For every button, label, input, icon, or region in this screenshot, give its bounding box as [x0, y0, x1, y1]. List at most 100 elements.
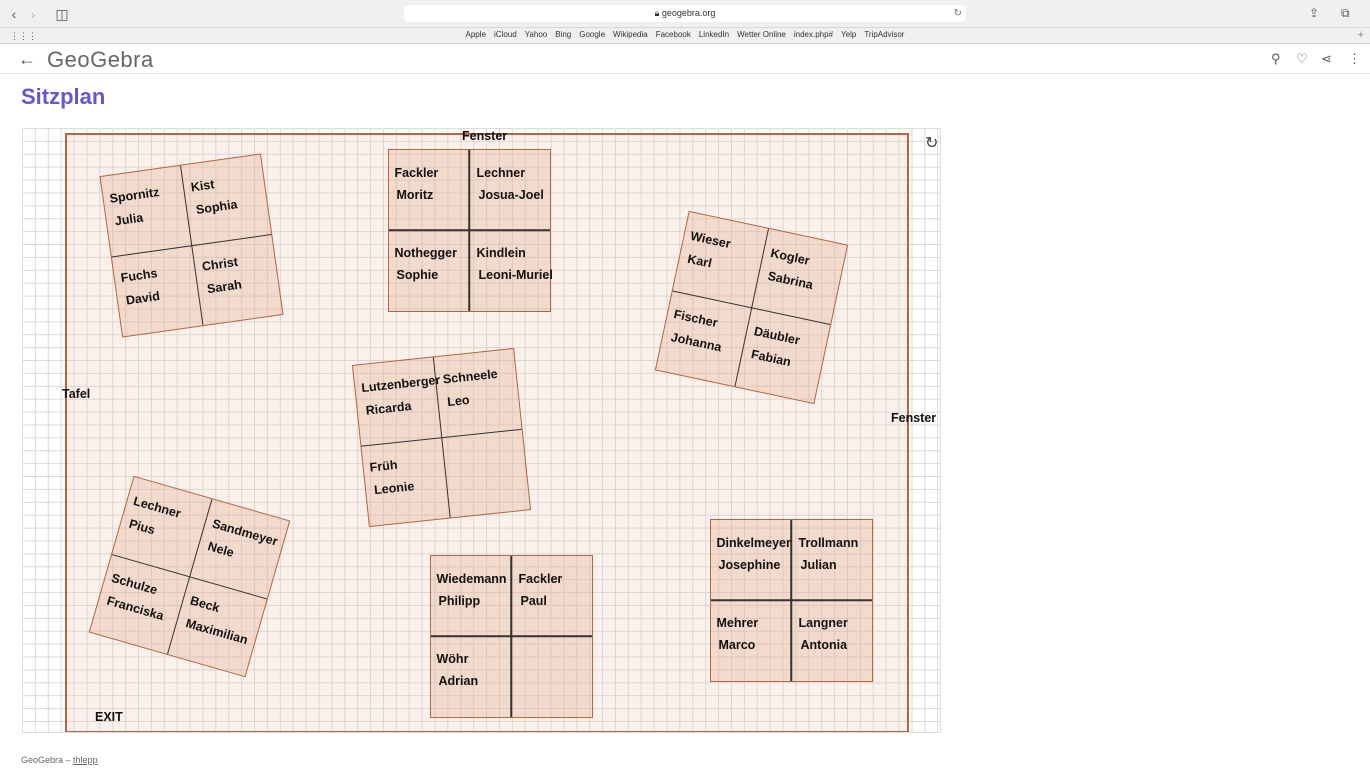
seat-5-4: Beck Maximilian — [181, 589, 257, 650]
seat-7-1: Dinkelmeyer Josephine — [717, 532, 791, 577]
student-firstname: Leoni-Muriel — [478, 268, 553, 282]
seat-7-2: Trollmann Julian — [799, 532, 859, 577]
seat-3-3: Fischer Johanna — [666, 303, 728, 358]
bookmarks-bar: ⋮⋮⋮ Apple iCloud Yahoo Bing Google Wikipedia F… — [0, 28, 1370, 44]
student-firstname: Adrian — [438, 674, 479, 688]
share-icon[interactable]: ⇪ — [1309, 6, 1319, 20]
seat-3-1: Wieser Karl — [683, 225, 732, 278]
sidebar-icon[interactable]: ◫ — [54, 6, 70, 22]
seat-4-2: Schneele Leo — [441, 362, 500, 412]
app-header: ← GeoGebra ⚲ ♡ ⋖ ⋮ — [0, 44, 1370, 74]
student-surname: Langner — [798, 615, 848, 630]
bookmark-8[interactable]: Wetter Online — [737, 30, 786, 39]
desk-6[interactable]: Wiedemann Philipp Fackler Paul Wöhr Adrian — [429, 554, 593, 718]
seat-4-1: Lutzenberger Ricarda — [360, 368, 443, 421]
seat-5-2: Sandmeyer Nele — [203, 512, 280, 574]
bookmark-3[interactable]: Bing — [555, 30, 571, 39]
exit-label: EXIT — [95, 710, 123, 724]
seat-5-3: Schulze Franciska — [102, 567, 172, 627]
address-bar[interactable]: 🔒︎ geogebra.org ↻ — [404, 5, 966, 22]
seat-4-3: Früh Leonie — [368, 452, 415, 501]
browser-toolbar: ‹ › ◫ 🔒︎ geogebra.org ↻ ⇪ ⧉ — [0, 0, 1370, 28]
student-firstname: Paul — [520, 594, 547, 608]
student-surname: Kindlein — [476, 245, 526, 260]
student-surname: Mehrer — [716, 615, 759, 630]
forward-icon[interactable]: › — [25, 6, 41, 22]
seat-3-4: Däubler Fabian — [747, 320, 802, 374]
back-icon[interactable]: ‹ — [6, 6, 22, 22]
board-label: Tafel — [62, 387, 91, 401]
desk-divider-horizontal — [710, 599, 872, 601]
heart-icon[interactable]: ♡ — [1296, 51, 1308, 67]
student-firstname: Leonie — [372, 478, 415, 497]
url-text: geogebra.org — [661, 8, 716, 18]
bookmark-9[interactable]: index.php# — [794, 30, 833, 39]
seat-7-4: Langner Antonia — [799, 612, 848, 657]
search-icon[interactable]: ⚲ — [1271, 51, 1281, 67]
seat-2-1: Fackler Moritz — [395, 162, 439, 207]
seat-2-4: Kindlein Leoni-Muriel — [477, 242, 553, 287]
student-surname: Nothegger — [394, 245, 458, 260]
seat-7-3: Mehrer Marco — [717, 612, 759, 657]
seat-2-2: Lechner Josua-Joel — [477, 162, 544, 207]
desk-3[interactable]: Wieser Karl Kogler Sabrina Fischer Johanna Däu… — [654, 210, 848, 404]
desk-4[interactable]: Lutzenberger Ricarda Schneele Leo Früh Leonie — [351, 347, 531, 527]
footer-brand: GeoGebra — [21, 755, 64, 765]
reload-icon[interactable]: ↻ — [954, 5, 962, 22]
seat-1-4: Christ Sarah — [200, 250, 243, 300]
student-firstname: Josephine — [718, 558, 781, 572]
bookmark-6[interactable]: Facebook — [656, 30, 691, 39]
seat-1-3: Fuchs David — [119, 262, 162, 312]
new-tab-icon[interactable]: + — [1358, 29, 1364, 41]
geogebra-logo[interactable]: GeoGebra — [47, 47, 154, 73]
bookmark-10[interactable]: Yelp — [841, 30, 856, 39]
tabs-icon[interactable]: ⧉ — [1341, 6, 1350, 21]
footer-separator: – — [63, 755, 74, 765]
desk-7[interactable]: Dinkelmeyer Josephine Trollmann Julian Mehre… — [709, 518, 873, 682]
student-firstname: Marco — [718, 638, 756, 652]
seat-2-3: Nothegger Sophie — [395, 242, 458, 287]
bookmark-list: Apple iCloud Yahoo Bing Google Wikipedia Faceb… — [0, 30, 1370, 39]
bookmark-4[interactable]: Google — [579, 30, 605, 39]
bookmark-2[interactable]: Yahoo — [525, 30, 548, 39]
bookmark-7[interactable]: LinkedIn — [699, 30, 729, 39]
student-firstname: Antonia — [800, 638, 848, 652]
seat-1-1: Spornitz Julia — [108, 181, 164, 233]
geogebra-applet[interactable]: ↻ Fenster Fenster Tafel EXIT Spornitz Jul… — [22, 128, 941, 733]
bookmark-11[interactable]: TripAdvisor — [864, 30, 904, 39]
student-surname: Lechner — [476, 165, 526, 180]
bookmark-1[interactable]: iCloud — [494, 30, 517, 39]
student-firstname: Julian — [800, 558, 837, 572]
back-arrow-icon[interactable]: ← — [18, 49, 36, 70]
desk-divider-horizontal — [430, 635, 592, 637]
desk-2[interactable]: Fackler Moritz Lechner Josua-Joel Nothegger S… — [387, 148, 553, 312]
student-surname: Wiedemann — [436, 571, 507, 586]
window-right-label: Fenster — [891, 411, 937, 425]
seat-5-1: Lechner Pius — [124, 490, 183, 547]
more-icon[interactable]: ⋮ — [1348, 51, 1361, 67]
reset-icon[interactable]: ↻ — [925, 133, 938, 153]
window-top-label: Fenster — [462, 129, 508, 143]
seat-6-1: Wiedemann Philipp — [437, 568, 507, 613]
lock-icon: 🔒︎ — [654, 8, 660, 18]
seat-6-2: Fackler Paul — [519, 568, 563, 613]
student-surname: Trollmann — [798, 535, 859, 550]
author-link[interactable]: thlepp — [73, 755, 98, 765]
student-surname: Wöhr — [436, 651, 469, 666]
share-icon[interactable]: ⋖ — [1321, 51, 1332, 67]
student-surname: Fackler — [518, 571, 563, 586]
footer: GeoGebra – thlepp — [21, 755, 98, 765]
seat-6-3: Wöhr Adrian — [437, 648, 479, 693]
bookmark-0[interactable]: Apple — [466, 30, 486, 39]
page-title: Sitzplan — [21, 84, 106, 109]
seat-1-2: Kist Sophia — [189, 170, 239, 221]
student-surname: Dinkelmeyer — [716, 535, 791, 550]
student-surname: Fackler — [394, 165, 439, 180]
student-firstname: Josua-Joel — [478, 188, 544, 202]
desk-1[interactable]: Spornitz Julia Kist Sophia Fuchs David Christ S… — [98, 152, 284, 338]
student-firstname: Moritz — [396, 188, 434, 202]
bookmark-5[interactable]: Wikipedia — [613, 30, 648, 39]
student-firstname: Philipp — [438, 594, 481, 608]
student-firstname: Sophie — [396, 268, 439, 282]
desk-divider-horizontal — [388, 229, 550, 231]
